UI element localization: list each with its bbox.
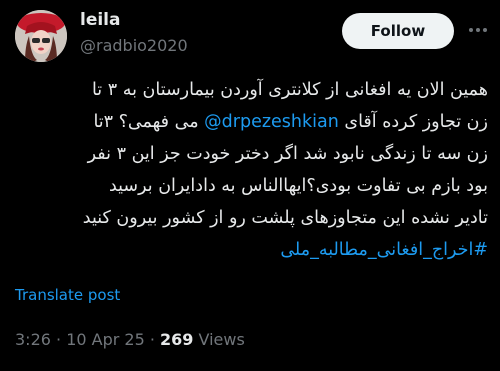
tweet-text-segment: زن تجاوز کرده آقای xyxy=(344,112,488,132)
display-name[interactable]: leila xyxy=(80,10,120,30)
hashtag-link[interactable]: #اخراج_افغانی_مطالبه_ملی xyxy=(12,234,488,266)
translate-post-link[interactable]: Translate post xyxy=(15,286,120,304)
user-handle[interactable]: @radbio2020 xyxy=(80,36,188,55)
tweet-line: تادیر نشده این متجاوزهای پلشت رو از کشور… xyxy=(82,208,488,228)
avatar[interactable] xyxy=(15,10,67,62)
tweet-line: همین الان یه افغانی از کلانتری آوردن بیم… xyxy=(91,80,488,100)
views-count: 269 xyxy=(160,330,194,349)
post-meta: 3:26 · 10 Apr 25 · 269 Views xyxy=(15,330,245,349)
tweet-text: همین الان یه افغانی از کلانتری آوردن بیم… xyxy=(12,74,488,266)
tweet-line: زن سه تا زندگی نابود شد اگر دختر خودت جز… xyxy=(87,144,488,164)
follow-button[interactable]: Follow xyxy=(342,13,454,49)
more-options-icon[interactable] xyxy=(466,18,490,42)
avatar-image xyxy=(15,10,67,62)
post-timestamp[interactable]: 3:26 · 10 Apr 25 · xyxy=(15,330,160,349)
tweet-text-segment: می فهمی؟ ۳تا xyxy=(93,112,199,132)
tweet-line: زن تجاوز کرده آقای @drpezeshkian می فهمی… xyxy=(12,106,488,138)
views-label: Views xyxy=(193,330,245,349)
tweet-line: بود بازم بی تفاوت بودی؟ایهاالناس به دادا… xyxy=(108,176,488,196)
mention-link[interactable]: @drpezeshkian xyxy=(204,112,339,132)
